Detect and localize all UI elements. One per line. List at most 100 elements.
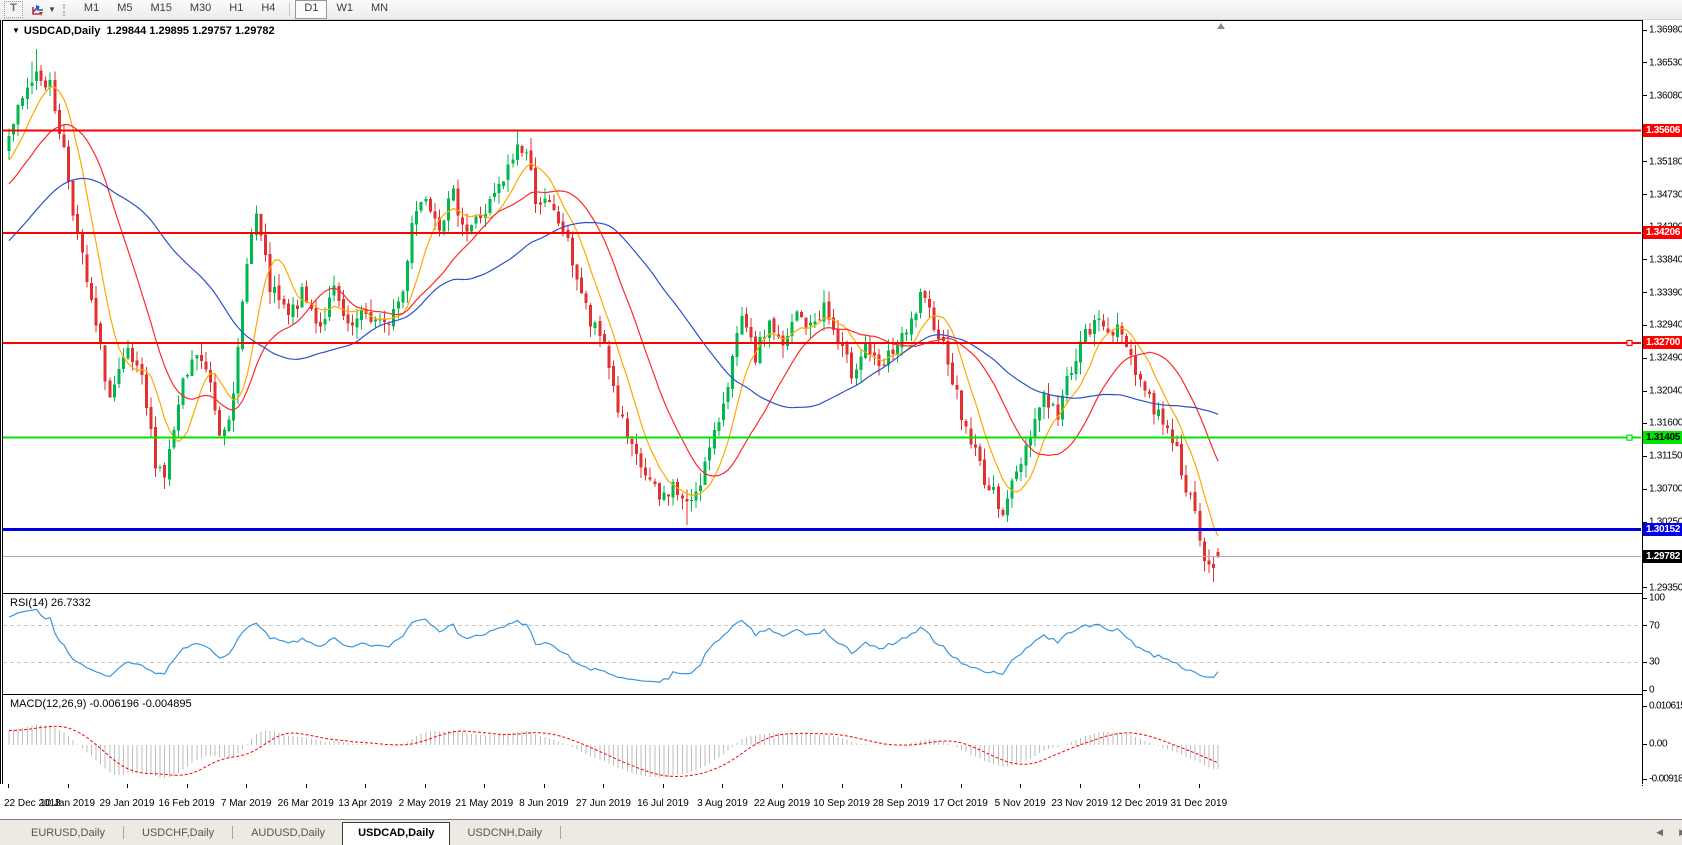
price-tick-label: 1.36080 — [1649, 90, 1682, 101]
tab-scroll-arrows: ◀ ▶ — [1656, 827, 1682, 838]
text-tool-button[interactable]: T — [4, 1, 23, 18]
rsi-window: RSI(14) 26.7332 — [2, 593, 1643, 695]
date-axis[interactable]: 22 Dec 201810 Jan 201929 Jan 201916 Feb … — [2, 784, 1642, 818]
chart-frame-line — [0, 20, 1, 784]
price-tick-label: 1.36530 — [1649, 57, 1682, 68]
date-tick — [1139, 784, 1140, 788]
axis-tick — [1643, 95, 1647, 96]
price-line-label-1.34206: 1.34206 — [1643, 226, 1682, 239]
toolbar-separator — [289, 3, 290, 16]
macd-chart[interactable] — [3, 695, 1641, 783]
axis-tick — [1643, 391, 1647, 392]
axis-tick — [1643, 194, 1647, 195]
axis-tick — [1643, 587, 1647, 588]
date-label: 23 Nov 2019 — [1051, 798, 1108, 809]
timeframe-button-m30[interactable]: M30 — [181, 0, 220, 19]
tab-usdcad-daily[interactable]: USDCAD,Daily — [342, 822, 450, 845]
scroll-left-icon[interactable]: ◀ — [1656, 827, 1663, 838]
price-tick-label: 100 — [1649, 593, 1665, 604]
arrows-style-icon — [31, 3, 45, 17]
axis-tick — [1643, 161, 1647, 162]
date-label: 10 Jan 2019 — [40, 798, 95, 809]
date-label: 17 Oct 2019 — [933, 798, 987, 809]
price-line-label-1.32700: 1.32700 — [1643, 336, 1682, 349]
price-tick-label: 1.33840 — [1649, 254, 1682, 265]
axis-tick — [1643, 423, 1647, 424]
line-anchor-marker[interactable] — [1627, 340, 1632, 345]
date-label: 31 Dec 2019 — [1170, 798, 1227, 809]
timeframe-button-m15[interactable]: M15 — [141, 0, 180, 19]
date-tick — [961, 784, 962, 788]
date-label: 8 Jun 2019 — [519, 798, 569, 809]
date-label: 29 Jan 2019 — [100, 798, 155, 809]
date-tick — [603, 784, 604, 788]
date-tick — [425, 784, 426, 788]
price-tick-label: 1.32490 — [1649, 353, 1682, 364]
price-tick-label: 30 — [1649, 657, 1660, 668]
date-label: 26 Mar 2019 — [278, 798, 334, 809]
timeframe-button-m1[interactable]: M1 — [75, 0, 108, 19]
axis-tick — [1643, 259, 1647, 260]
timeframe-button-w1[interactable]: W1 — [327, 0, 362, 19]
date-tick — [663, 784, 664, 788]
price-tick-label: 70 — [1649, 620, 1660, 631]
timeframe-button-d1[interactable]: D1 — [295, 0, 327, 19]
axis-tick — [1643, 456, 1647, 457]
date-tick — [901, 784, 902, 788]
date-tick — [306, 784, 307, 788]
date-label: 21 May 2019 — [455, 798, 513, 809]
chart-shift-marker-icon[interactable] — [1217, 23, 1225, 29]
axis-tick — [1643, 662, 1647, 663]
axis-tick — [1643, 779, 1647, 780]
toolbar: T ▼ M1M5M15M30H1H4 D1W1MN — [0, 0, 1682, 20]
collapse-triangle-icon[interactable]: ▼ — [12, 26, 20, 35]
timeframe-button-mn[interactable]: MN — [362, 0, 397, 19]
date-label: 16 Jul 2019 — [637, 798, 689, 809]
moving-average-8[interactable] — [9, 87, 1218, 536]
axis-tick — [1643, 358, 1647, 359]
tab-separator — [560, 826, 561, 839]
axis-tick — [1643, 292, 1647, 293]
tab-usdcnh-daily[interactable]: USDCNH,Daily — [450, 823, 559, 845]
rsi-line — [9, 609, 1218, 682]
timeframe-button-m5[interactable]: M5 — [108, 0, 141, 19]
chart-tab-bar: EURUSD,DailyUSDCHF,DailyAUDUSD,DailyUSDC… — [0, 819, 1682, 845]
date-label: 27 Jun 2019 — [576, 798, 631, 809]
main-chart-window: ▼USDCAD,Daily 1.29844 1.29895 1.29757 1.… — [2, 20, 1643, 594]
timeframe-button-h4[interactable]: H4 — [252, 0, 284, 19]
toolbar-grip[interactable] — [63, 4, 68, 16]
date-tick — [782, 784, 783, 788]
axis-tick — [1643, 625, 1647, 626]
tab-usdchf-daily[interactable]: USDCHF,Daily — [125, 823, 231, 845]
date-tick — [1199, 784, 1200, 788]
date-tick — [8, 784, 9, 788]
dropdown-caret-icon[interactable]: ▼ — [48, 5, 56, 14]
date-tick — [246, 784, 247, 788]
tab-eurusd-daily[interactable]: EURUSD,Daily — [14, 823, 122, 845]
date-label: 5 Nov 2019 — [995, 798, 1046, 809]
axis-tick — [1643, 30, 1647, 31]
line-anchor-marker[interactable] — [1627, 435, 1632, 440]
price-axis[interactable]: 1.369801.365301.360801.351801.347301.342… — [1642, 20, 1682, 784]
price-line-label-1.30152: 1.30152 — [1643, 523, 1682, 536]
price-tick-label: 1.35180 — [1649, 156, 1682, 167]
candlestick-chart[interactable] — [3, 21, 1641, 591]
timeframe-button-h1[interactable]: H1 — [220, 0, 252, 19]
style-tool-button[interactable] — [29, 2, 47, 17]
date-tick — [842, 784, 843, 788]
trading-terminal: T ▼ M1M5M15M30H1H4D1W1MN ▼USDCAD,Daily 1… — [0, 0, 1682, 845]
axis-tick — [1643, 325, 1647, 326]
price-tick-label: 0.010615 — [1649, 701, 1682, 712]
date-label: 16 Feb 2019 — [159, 798, 215, 809]
date-label: 12 Dec 2019 — [1111, 798, 1168, 809]
current-price-label: 1.29782 — [1643, 550, 1682, 563]
date-label: 28 Sep 2019 — [873, 798, 930, 809]
axis-tick — [1643, 62, 1647, 63]
tab-separator — [232, 826, 233, 839]
macd-histogram — [9, 725, 1218, 778]
axis-tick — [1643, 489, 1647, 490]
tab-audusd-daily[interactable]: AUDUSD,Daily — [234, 823, 342, 845]
price-tick-label: 1.31600 — [1649, 418, 1682, 429]
chart-ohlc-values: 1.29844 1.29895 1.29757 1.29782 — [106, 25, 274, 37]
rsi-chart[interactable] — [3, 594, 1641, 692]
